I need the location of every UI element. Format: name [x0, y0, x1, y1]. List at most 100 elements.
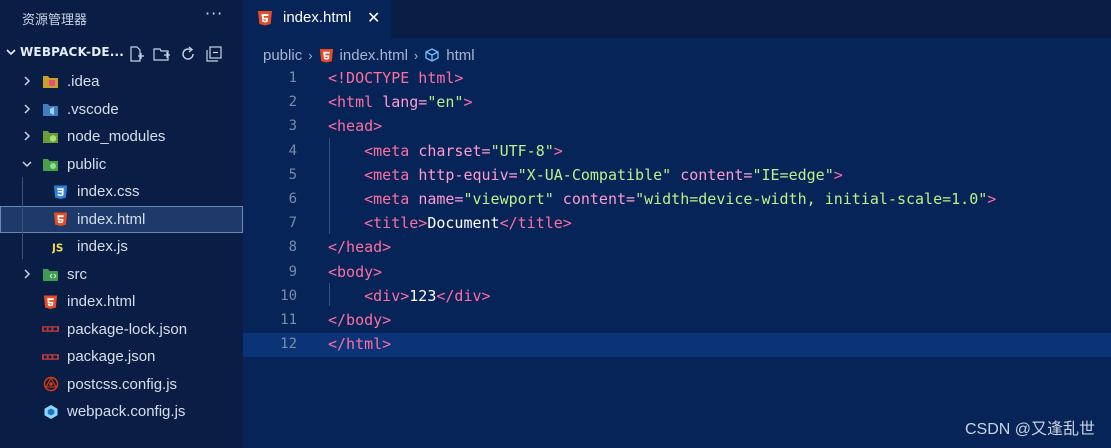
tree-indent-guide [22, 177, 23, 259]
chevron-right-icon[interactable] [21, 130, 33, 142]
chevron-right-icon: › [413, 47, 419, 63]
js-file-icon: JS [52, 238, 69, 255]
code-text: <head> [328, 117, 382, 135]
project-name: WEBPACK-DE... [20, 45, 125, 59]
code-line[interactable]: 3 <head> [243, 115, 1111, 139]
code-text: <meta http-equiv="X-UA-Compatible" conte… [328, 166, 843, 184]
code-line[interactable]: 5 <meta http-equiv="X-UA-Compatible" con… [243, 164, 1111, 188]
code-line[interactable]: 11 </body> [243, 309, 1111, 333]
tree-item[interactable]: public [0, 151, 243, 179]
code-token: content= [671, 165, 753, 184]
code-text: <div>123</div> [328, 286, 491, 305]
code-line[interactable]: 12 </html> [243, 333, 1111, 358]
chevron-right-icon[interactable] [21, 103, 33, 115]
tree-item-label: postcss.config.js [67, 375, 178, 393]
code-token: > [987, 189, 997, 208]
code-token: "width=device-width, initial-scale=1.0" [635, 189, 988, 208]
tree-item[interactable]: webpack.config.js [0, 398, 243, 426]
code-token: lang= [382, 93, 428, 112]
postcss-file-icon [42, 376, 59, 393]
chevron-down-icon[interactable] [4, 45, 18, 59]
tree-item[interactable]: package.json [0, 343, 243, 371]
close-icon[interactable]: ✕ [367, 8, 380, 27]
tree-item[interactable]: node_modules [0, 123, 243, 151]
tree-item[interactable]: index.html [0, 205, 243, 233]
code-line[interactable]: 8 </head> [243, 236, 1111, 260]
code-line[interactable]: 9 <body> [243, 261, 1111, 285]
code-line[interactable]: 6 <meta name="viewport" content="width=d… [243, 188, 1111, 212]
code-token: <title> [364, 214, 428, 233]
idea-folder-icon [42, 73, 59, 90]
code-token: <meta [364, 189, 419, 208]
code-line[interactable]: 4 <meta charset="UTF-8"> [243, 140, 1111, 164]
line-number: 5 [288, 166, 297, 183]
tree-item[interactable]: .idea [0, 68, 243, 96]
breadcrumb-folder[interactable]: public [263, 47, 302, 64]
chevron-down-icon[interactable] [21, 158, 33, 170]
tree-item[interactable]: JS index.js [0, 233, 243, 261]
explorer-sidebar: 资源管理器 ··· WEBPACK-DE... .idea .vscode node… [0, 0, 243, 448]
code-editor[interactable]: 1 <!DOCTYPE html> 2 <html lang="en"> 3 <head>… [243, 67, 1111, 358]
tab-index-html[interactable]: index.html ✕ [243, 0, 391, 38]
code-line[interactable]: 1 <!DOCTYPE html> [243, 67, 1111, 91]
tree-item-label: index.html [77, 210, 146, 228]
code-text: </body> [328, 311, 391, 329]
tree-item-label: webpack.config.js [67, 403, 186, 420]
code-text: <meta name="viewport" content="width=dev… [328, 190, 996, 208]
html-file-icon [258, 11, 272, 26]
tree-item[interactable]: postcss.config.js [0, 371, 243, 399]
webpack-file-icon [42, 403, 59, 420]
code-text: <title>Document</title> [328, 214, 572, 232]
code-text: </head> [328, 238, 391, 256]
html-file-icon [52, 211, 69, 228]
code-token: </html> [328, 335, 392, 354]
code-token: 123 [409, 286, 437, 305]
tree-item[interactable]: .vscode [0, 96, 243, 124]
line-number: 12 [280, 336, 297, 353]
code-line[interactable]: 7 <title>Document</title> [243, 212, 1111, 236]
tree-item-label: package-lock.json [67, 320, 188, 338]
tree-item[interactable]: package-lock.json [0, 316, 243, 344]
code-token: "X-UA-Compatible" [517, 165, 672, 184]
line-number: 8 [288, 239, 297, 256]
tree-item[interactable]: index.html [0, 288, 243, 316]
collapse-all-icon[interactable] [204, 44, 224, 64]
line-number: 2 [288, 94, 297, 111]
breadcrumb: public › index.html › html [263, 44, 475, 66]
tree-item-label: .idea [67, 73, 100, 90]
code-line[interactable]: 10 <div>123</div> [243, 285, 1111, 309]
project-section-header[interactable]: WEBPACK-DE... [0, 41, 243, 67]
new-folder-icon[interactable] [152, 44, 172, 64]
more-actions-icon[interactable]: ··· [205, 4, 223, 23]
breadcrumb-symbol[interactable]: html [446, 47, 474, 64]
tree-item-label: src [67, 265, 87, 283]
code-token: charset= [418, 141, 491, 160]
line-number: 11 [280, 311, 297, 328]
refresh-icon[interactable] [178, 44, 198, 64]
line-number: 10 [280, 287, 297, 304]
code-token: </head> [328, 238, 392, 257]
tree-item[interactable]: src [0, 261, 243, 289]
code-token: <!DOCTYPE html> [328, 69, 464, 87]
tree-item[interactable]: index.css [0, 178, 243, 206]
code-token: content= [553, 189, 636, 208]
line-number: 9 [288, 263, 297, 280]
new-file-icon[interactable] [126, 44, 146, 64]
public-folder-icon [42, 156, 59, 173]
code-token: <body> [328, 262, 383, 281]
code-token: </div> [436, 286, 491, 305]
chevron-right-icon[interactable] [21, 268, 33, 280]
breadcrumb-file[interactable]: index.html [340, 47, 408, 64]
code-text: <body> [328, 263, 382, 281]
tree-item-label: node_modules [67, 128, 166, 145]
line-number: 6 [288, 190, 297, 207]
code-line[interactable]: 2 <html lang="en"> [243, 91, 1111, 115]
code-token: http-equiv= [418, 165, 518, 184]
tree-item-label: index.css [77, 183, 140, 200]
code-token: > [553, 141, 563, 160]
code-token: "UTF-8" [490, 141, 554, 160]
chevron-right-icon[interactable] [21, 75, 33, 87]
